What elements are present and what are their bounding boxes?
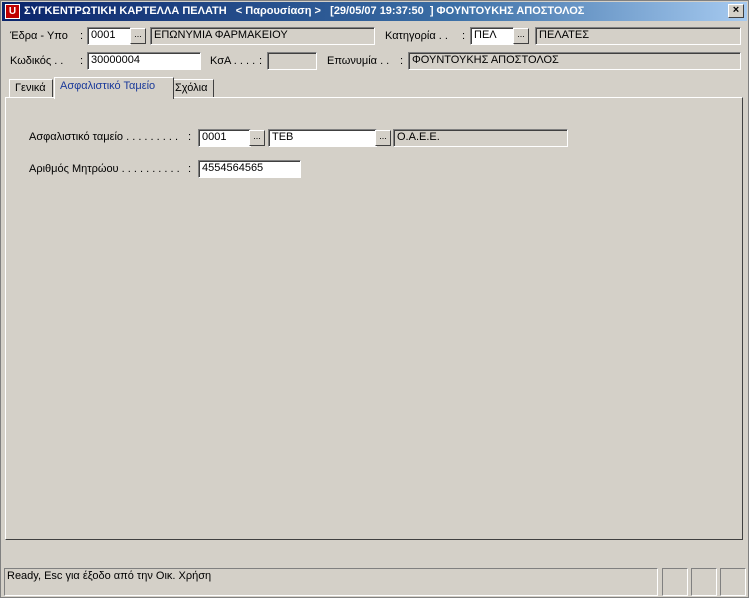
name-colon: : <box>400 55 404 67</box>
tab-insurance-fund[interactable]: Ασφαλιστικό Ταμείο <box>54 77 174 99</box>
tab-comments[interactable]: Σχόλια <box>169 79 214 98</box>
name-field: ΦΟΥΝΤΟΥΚΗΣ ΑΠΟΣΤΟΛΟΣ <box>408 52 741 70</box>
category-name-field: ΠΕΛΑΤΕΣ <box>535 27 741 45</box>
main-window: U ΣΥΓΚΕΝΤΡΩΤΙΚΗ ΚΑΡΤΕΛΛΑ ΠΕΛΑΤΗ < Παρουσ… <box>0 0 749 598</box>
registry-colon: : <box>188 163 192 175</box>
status-cell-2 <box>691 568 717 596</box>
fund-code-field[interactable]: 0001 <box>198 129 251 147</box>
name-label: Επωνυμία . . <box>327 55 390 67</box>
registry-number-field[interactable]: 4554564565 <box>198 160 301 178</box>
edra-lookup-button[interactable]: ... <box>130 28 146 44</box>
fund-type-lookup-button[interactable]: ... <box>375 130 391 146</box>
window-title: ΣΥΓΚΕΝΤΡΩΤΙΚΗ ΚΑΡΤΕΛΛΑ ΠΕΛΑΤΗ < Παρουσία… <box>24 5 585 17</box>
edra-name-field: ΕΠΩΝΥΜΙΑ ΦΑΡΜΑΚΕΙΟΥ <box>150 27 375 45</box>
code-field[interactable]: 30000004 <box>87 52 201 70</box>
registry-label: Αριθμός Μητρώου . . . . . . . . . . <box>29 163 180 175</box>
category-code-field[interactable]: ΠΕΛ <box>470 27 514 45</box>
fund-type-field[interactable]: ΤΕΒ <box>268 129 377 147</box>
tab-general[interactable]: Γενικά <box>9 79 53 98</box>
title-bar: U ΣΥΓΚΕΝΤΡΩΤΙΚΗ ΚΑΡΤΕΛΛΑ ΠΕΛΑΤΗ < Παρουσ… <box>2 2 747 21</box>
fund-colon: : <box>188 131 192 143</box>
code-label: Κωδικός . . <box>10 55 64 67</box>
category-lookup-button[interactable]: ... <box>513 28 529 44</box>
edra-label: Έδρα - Υπο <box>10 30 68 42</box>
edra-colon: : <box>80 30 84 42</box>
tab-panel: Ασφαλιστικό ταμείο . . . . . . . . . : 0… <box>5 97 743 540</box>
close-button[interactable]: × <box>728 4 744 18</box>
status-text: Ready, Esc για έξοδο από την Οικ. Χρήση <box>4 568 658 596</box>
code-colon: : <box>80 55 84 67</box>
category-colon: : <box>462 30 466 42</box>
status-cell-3 <box>720 568 746 596</box>
app-icon: U <box>5 4 20 19</box>
status-bar: Ready, Esc για έξοδο από την Οικ. Χρήση <box>2 568 747 596</box>
status-cell-1 <box>662 568 688 596</box>
ksa-colon: : <box>259 55 263 67</box>
ksa-field <box>267 52 317 70</box>
edra-code-field[interactable]: 0001 <box>87 27 131 45</box>
fund-name-field: Ο.Α.Ε.Ε. <box>393 129 568 147</box>
ksa-label: ΚσΑ . . . . <box>210 55 256 67</box>
fund-code-lookup-button[interactable]: ... <box>249 130 265 146</box>
category-label: Κατηγορία . . <box>385 30 448 42</box>
fund-label: Ασφαλιστικό ταμείο . . . . . . . . . <box>29 131 179 143</box>
